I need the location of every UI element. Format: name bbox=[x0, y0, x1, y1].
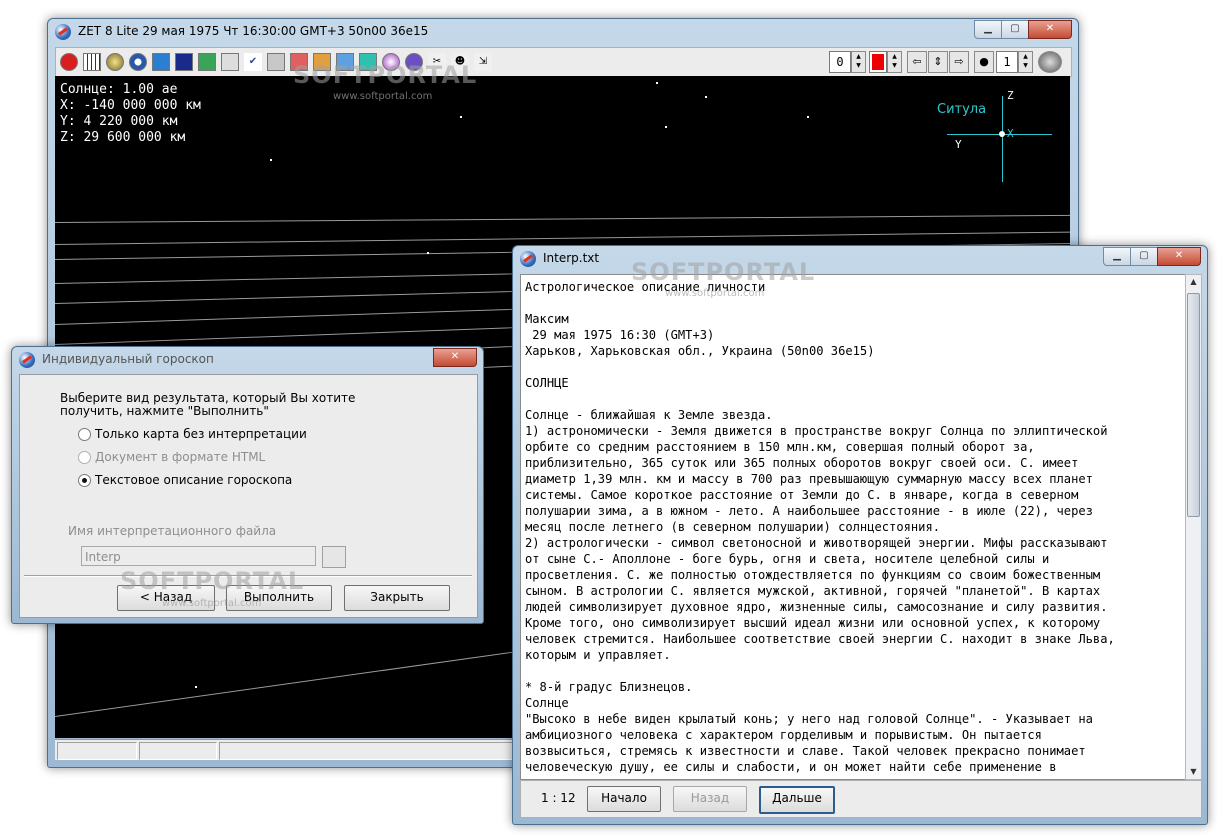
dialog-close-action-button[interactable]: Закрыть bbox=[344, 585, 450, 611]
map-icon[interactable] bbox=[175, 53, 193, 71]
interpretation-text-area[interactable]: Астрологическое описание личности Максим… bbox=[520, 274, 1186, 780]
scroll-up-icon[interactable]: ▲ bbox=[1186, 275, 1201, 289]
color-swatch-arrows[interactable]: ▲ ▼ bbox=[887, 51, 902, 73]
back-button[interactable]: Назад bbox=[673, 786, 747, 812]
radio-html-document bbox=[78, 451, 91, 464]
status-panel bbox=[139, 742, 217, 760]
minimize-button[interactable]: ▁ bbox=[1103, 247, 1131, 266]
star bbox=[427, 252, 429, 254]
dialog-close-button[interactable]: ✕ bbox=[433, 348, 477, 367]
file-name-label: Имя интерпретационного файла bbox=[68, 524, 277, 538]
animation-icon[interactable] bbox=[1038, 51, 1062, 73]
watermark-url: www.softportal.com bbox=[333, 91, 433, 102]
document-icon[interactable] bbox=[221, 53, 239, 71]
y-coordinate: Y: 4 220 000 км bbox=[60, 114, 178, 129]
step-spin-right-arrows[interactable]: ▲ ▼ bbox=[1018, 51, 1033, 73]
arrow-left-icon[interactable]: ⇦ bbox=[907, 51, 927, 73]
star bbox=[656, 82, 658, 84]
vertical-scrollbar[interactable]: ▲ ▼ bbox=[1185, 274, 1202, 780]
watermark-url: www.softportal.com bbox=[665, 288, 765, 299]
star bbox=[705, 96, 707, 98]
step-spin-left[interactable]: 0 bbox=[829, 51, 851, 73]
orbit-line bbox=[55, 214, 1070, 223]
star bbox=[460, 116, 462, 118]
star bbox=[807, 116, 809, 118]
dialog-titlebar[interactable]: Индивидуальный гороскоп ✕ bbox=[12, 347, 483, 373]
dialog-title: Индивидуальный гороскоп bbox=[42, 352, 214, 366]
scroll-thumb[interactable] bbox=[1187, 293, 1200, 517]
status-panel bbox=[57, 742, 137, 760]
scroll-down-icon[interactable]: ▼ bbox=[1186, 765, 1201, 779]
wheel-icon[interactable] bbox=[106, 53, 124, 71]
horoscope-icon[interactable] bbox=[129, 53, 147, 71]
star bbox=[195, 686, 197, 688]
table-icon[interactable] bbox=[83, 53, 101, 71]
x-coordinate: X: -140 000 000 км bbox=[60, 98, 201, 113]
arrow-up-down-icon[interactable]: ⇕ bbox=[928, 51, 948, 73]
color-swatch[interactable] bbox=[869, 51, 887, 73]
watermark-brand: SOFTPORTAL bbox=[293, 61, 478, 89]
checkmark-icon[interactable]: ✔ bbox=[244, 53, 262, 71]
radio-map-only[interactable] bbox=[78, 428, 91, 441]
file-name-field: Interp bbox=[81, 546, 316, 566]
globe-icon[interactable] bbox=[152, 53, 170, 71]
radio-text-description[interactable] bbox=[78, 474, 91, 487]
main-titlebar[interactable]: ZET 8 Lite 29 мая 1975 Чт 16:30:00 GMT+3… bbox=[48, 19, 1078, 45]
x-axis-label: X bbox=[1007, 127, 1014, 140]
interpretation-text[interactable]: Астрологическое описание личности Максим… bbox=[525, 279, 1175, 775]
coordinates-readout: Солнце: 1.00 ае X: -140 000 000 км Y: 4 … bbox=[60, 82, 201, 146]
interp-window: Interp.txt ▁ ▢ ✕ Астрологическое описани… bbox=[512, 245, 1208, 825]
interp-bottombar: 1 : 12 Начало Назад Дальше bbox=[520, 780, 1202, 818]
maximize-button[interactable]: ▢ bbox=[1001, 20, 1029, 39]
record-icon[interactable]: ● bbox=[974, 51, 994, 73]
cursor-position: 1 : 12 bbox=[541, 791, 576, 805]
dialog-prompt: Выберите вид результата, который Вы хоти… bbox=[60, 391, 356, 418]
star bbox=[665, 126, 667, 128]
interp-window-title: Interp.txt bbox=[543, 251, 600, 265]
step-spin-right[interactable]: 1 bbox=[996, 51, 1018, 73]
watermark-url: www.softportal.com bbox=[162, 598, 262, 609]
sun-marker bbox=[999, 131, 1005, 137]
orbit-line bbox=[55, 231, 1070, 245]
watermark-brand: SOFTPORTAL bbox=[120, 567, 305, 595]
dialog-app-icon bbox=[19, 352, 35, 368]
close-button[interactable]: ✕ bbox=[1028, 20, 1072, 39]
z-axis-label: Z bbox=[1007, 89, 1014, 102]
close-button[interactable]: ✕ bbox=[1157, 247, 1201, 266]
z-axis-line bbox=[1002, 96, 1003, 182]
maximize-button[interactable]: ▢ bbox=[1130, 247, 1158, 266]
next-button[interactable]: Дальше bbox=[759, 786, 835, 814]
z-coordinate: Z: 29 600 000 км bbox=[60, 130, 186, 145]
interp-app-icon bbox=[520, 251, 536, 267]
interp-titlebar[interactable]: Interp.txt ▁ ▢ ✕ bbox=[513, 246, 1207, 272]
planets-icon[interactable] bbox=[267, 53, 285, 71]
horoscope-dialog: Индивидуальный гороскоп ✕ Выберите вид р… bbox=[11, 346, 484, 624]
sun-chart-icon[interactable] bbox=[60, 53, 78, 71]
grid-icon[interactable] bbox=[198, 53, 216, 71]
start-button[interactable]: Начало bbox=[587, 786, 661, 812]
option-label: Текстовое описание гороскопа bbox=[95, 473, 293, 487]
y-axis-label: Y bbox=[955, 138, 962, 151]
option-label: Документ в формате HTML bbox=[95, 450, 266, 464]
arrow-right-icon[interactable]: ⇨ bbox=[949, 51, 969, 73]
watermark-brand: SOFTPORTAL bbox=[631, 258, 816, 286]
star-label-situla[interactable]: Ситула bbox=[937, 102, 986, 117]
main-toolbar: ✔ ✂ ☻ ⇲ 0 ▲ ▼ ▲ ▼ ⇦ ⇕ ⇨ ● 1 ▲ ▼ bbox=[55, 47, 1072, 77]
star bbox=[270, 159, 272, 161]
browse-button bbox=[322, 546, 346, 568]
main-window-title: ZET 8 Lite 29 мая 1975 Чт 16:30:00 GMT+3… bbox=[78, 24, 429, 38]
step-spin-left-arrows[interactable]: ▲ ▼ bbox=[851, 51, 866, 73]
distance-label: Солнце: 1.00 ае bbox=[60, 82, 178, 97]
zet-app-icon bbox=[55, 24, 71, 40]
minimize-button[interactable]: ▁ bbox=[974, 20, 1002, 39]
option-label: Только карта без интерпретации bbox=[95, 427, 307, 441]
status-panel bbox=[219, 742, 521, 760]
